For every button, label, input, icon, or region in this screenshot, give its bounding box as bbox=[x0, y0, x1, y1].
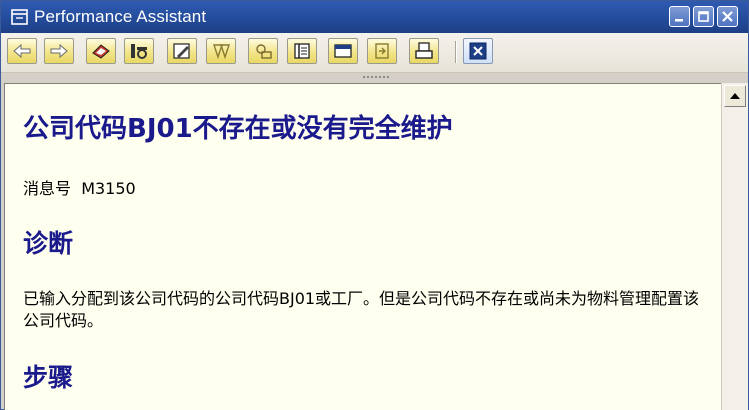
window-button[interactable] bbox=[328, 38, 358, 64]
help-content: 公司代码BJ01不存在或没有完全维护 消息号 M3150 诊断 已输入分配到该公… bbox=[4, 83, 721, 410]
message-number: 消息号 M3150 bbox=[23, 175, 136, 199]
notes-icon bbox=[213, 44, 230, 60]
settings-icon bbox=[256, 44, 272, 59]
diagnosis-heading: 诊断 bbox=[23, 229, 74, 258]
close-window-button[interactable] bbox=[717, 6, 738, 27]
document-title: 公司代码BJ01不存在或没有完全维护 bbox=[23, 114, 453, 144]
technical-info-icon bbox=[131, 44, 147, 59]
print-icon bbox=[415, 42, 433, 59]
eraser-button[interactable] bbox=[86, 38, 116, 64]
scroll-up-button[interactable] bbox=[724, 85, 746, 107]
message-label: 消息号 bbox=[23, 179, 72, 198]
window-title: Performance Assistant bbox=[34, 7, 207, 26]
export-icon bbox=[375, 43, 389, 59]
exit-icon bbox=[469, 42, 487, 60]
toolbar-separator bbox=[455, 41, 457, 63]
back-button[interactable] bbox=[7, 38, 37, 64]
minimize-button[interactable] bbox=[669, 6, 690, 27]
toolbar bbox=[1, 33, 748, 73]
maximize-icon bbox=[698, 11, 709, 22]
scroll-up-arrow-icon bbox=[730, 93, 740, 99]
close-icon bbox=[722, 11, 733, 22]
notes-button[interactable] bbox=[206, 38, 236, 64]
minimize-icon bbox=[675, 19, 683, 22]
print-button[interactable] bbox=[409, 38, 439, 64]
window-icon bbox=[334, 44, 352, 58]
table-of-contents-button[interactable] bbox=[287, 38, 317, 64]
title-bar[interactable]: Performance Assistant bbox=[1, 1, 748, 33]
splitter-grip[interactable] bbox=[362, 75, 390, 79]
edit-note-icon bbox=[173, 43, 190, 59]
app-window-icon bbox=[11, 9, 28, 25]
technical-info-button[interactable] bbox=[124, 38, 154, 64]
export-button[interactable] bbox=[367, 38, 397, 64]
message-number-value: M3150 bbox=[81, 179, 136, 198]
procedure-heading: 步骤 bbox=[23, 363, 74, 392]
diagnosis-text: 已输入分配到该公司代码的公司代码BJ01或工厂。但是公司代码不存在或尚未为物料管… bbox=[23, 289, 700, 330]
vertical-scrollbar[interactable] bbox=[721, 83, 748, 410]
forward-arrow-icon bbox=[50, 43, 68, 59]
back-arrow-icon bbox=[13, 43, 31, 59]
exit-button[interactable] bbox=[463, 38, 493, 64]
edit-note-button[interactable] bbox=[167, 38, 197, 64]
forward-button[interactable] bbox=[44, 38, 74, 64]
performance-assistant-window: Performance Assistant 公司代码BJ01不存在或没有完全维护… bbox=[0, 0, 749, 410]
settings-button[interactable] bbox=[248, 38, 278, 64]
maximize-button[interactable] bbox=[693, 6, 714, 27]
eraser-icon bbox=[92, 44, 110, 59]
table-of-contents-icon bbox=[294, 43, 310, 59]
